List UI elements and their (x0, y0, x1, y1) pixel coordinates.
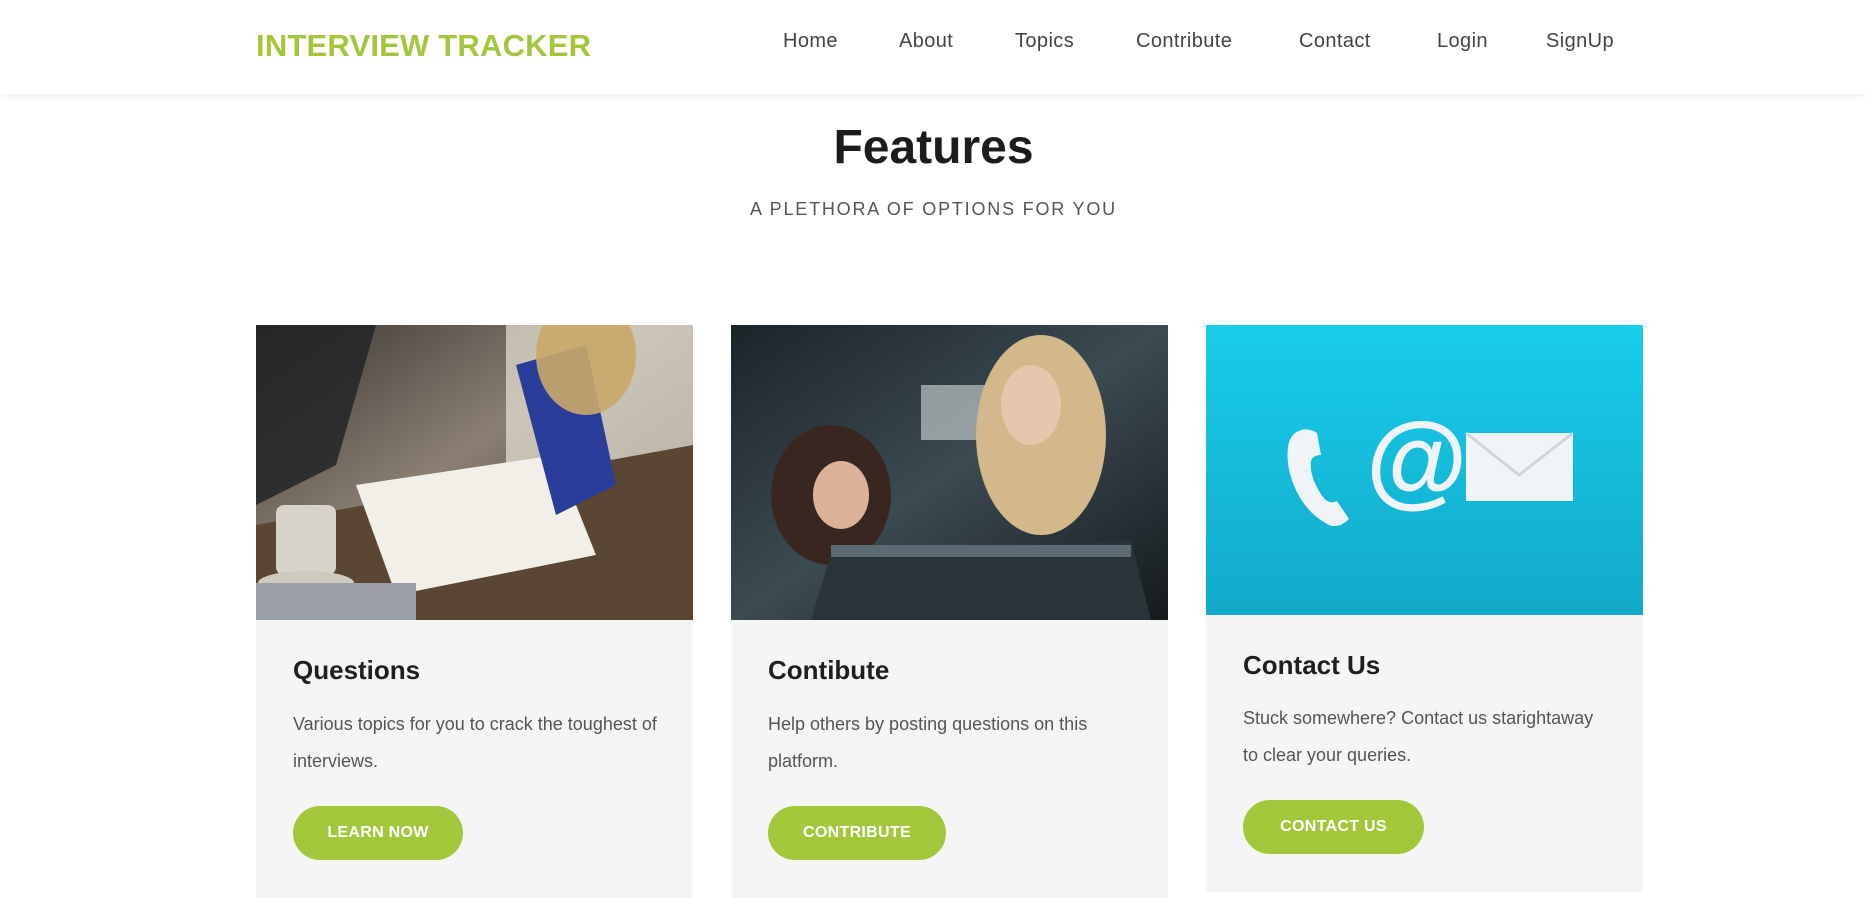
nav-home[interactable]: Home (783, 30, 838, 53)
nav-signup[interactable]: SignUp (1546, 30, 1614, 53)
contact-title: Contact Us (1243, 650, 1381, 680)
nav-topics[interactable]: Topics (1015, 30, 1074, 53)
learn-now-button[interactable]: LEARN NOW (293, 806, 463, 860)
features-title: Features (833, 121, 1034, 174)
navbar: INTERVIEW TRACKER Home About Topics Cont… (0, 0, 1867, 94)
contact-image: @ (1206, 325, 1643, 615)
nav-contact[interactable]: Contact (1299, 30, 1371, 53)
feature-card-contact: @ Contact Us Stuck somewhere? Contact us… (1206, 325, 1643, 892)
nav-contribute[interactable]: Contribute (1136, 30, 1232, 53)
feature-card-contribute: Contibute Help others by posting questio… (731, 325, 1168, 898)
nav-menu: Home About Topics Contribute Contact Log… (0, 30, 1867, 60)
contribute-button[interactable]: CONTRIBUTE (768, 806, 946, 860)
questions-text: Various topics for you to crack the toug… (293, 714, 657, 771)
nav-login[interactable]: Login (1437, 30, 1488, 53)
contribute-image (731, 325, 1168, 620)
feature-card-questions: Questions Various topics for you to crac… (256, 325, 693, 898)
contact-text: Stuck somewhere? Contact us starightaway… (1243, 708, 1594, 765)
questions-image (256, 325, 693, 620)
contribute-text: Help others by posting questions on this… (768, 714, 1088, 771)
nav-about[interactable]: About (899, 30, 953, 53)
svg-text:@: @ (1366, 402, 1467, 518)
features-subtitle: A PLETHORA OF OPTIONS FOR YOU (750, 199, 1117, 219)
questions-title: Questions (293, 655, 421, 685)
contribute-title: Contibute (768, 655, 890, 685)
contact-us-button[interactable]: CONTACT US (1243, 800, 1424, 854)
